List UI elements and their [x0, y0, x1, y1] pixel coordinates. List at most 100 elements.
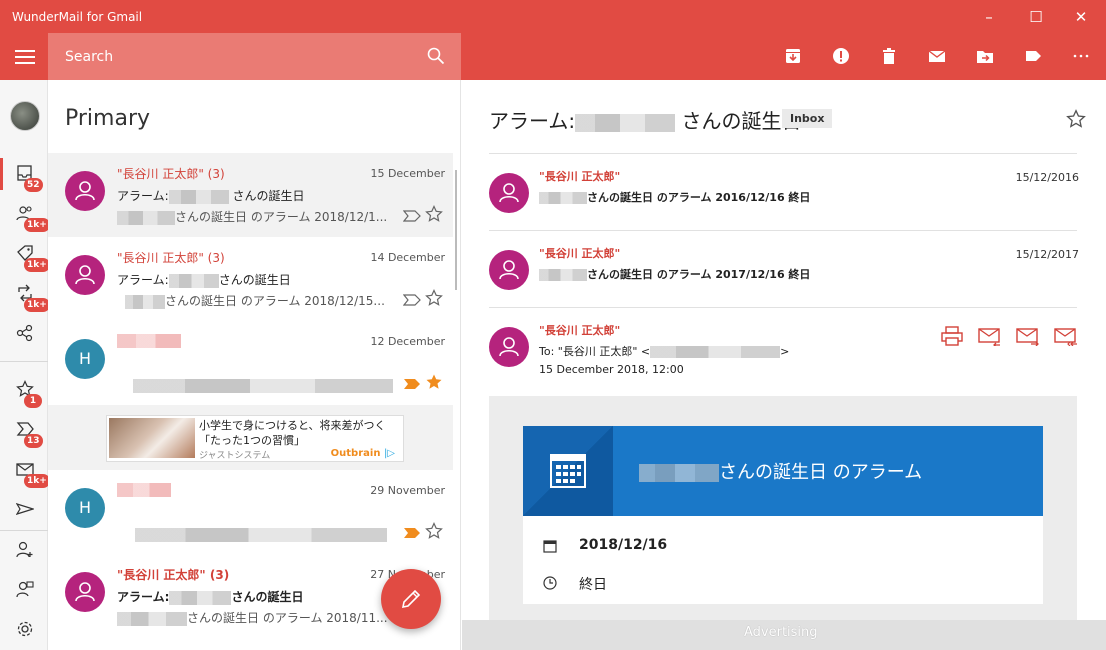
message-subject: アラーム: さんの誕生日: [489, 109, 802, 133]
ad-image: [109, 418, 195, 458]
event-date: 2018/12/16: [579, 537, 668, 553]
event-card: さんの誕生日 のアラーム 2018/12/16 終日: [523, 426, 1043, 604]
row-flags: [403, 373, 443, 394]
app-title: WunderMail for Gmail: [12, 10, 143, 24]
important-marker-icon[interactable]: [402, 293, 422, 307]
message-date: 15/12/2017: [1015, 248, 1079, 261]
nav-inbox[interactable]: 52: [0, 156, 48, 192]
list-item[interactable]: H 29 November: [48, 470, 453, 554]
person-icon: [499, 183, 519, 203]
star-icon[interactable]: [425, 205, 443, 223]
starred-badge: 1: [24, 394, 42, 408]
nav-starred[interactable]: 1: [0, 372, 48, 408]
starred-icon[interactable]: [425, 373, 443, 391]
feedback-icon: [16, 581, 34, 598]
mail-date: 29 November: [370, 484, 445, 497]
nav-social[interactable]: 1k+: [0, 196, 50, 232]
mail-date: 14 December: [370, 251, 445, 264]
sender-name: "長谷川 正太郎": [539, 170, 621, 183]
person-icon: [75, 265, 95, 285]
search-input[interactable]: Search: [65, 49, 113, 65]
mail-preview: さんの誕生日 のアラーム 2018/11...: [117, 609, 395, 626]
avatar: [489, 173, 529, 213]
search-icon[interactable]: [427, 47, 445, 65]
event-card-header: さんの誕生日 のアラーム: [523, 426, 1043, 516]
divider: [489, 153, 1077, 154]
important-marker-icon[interactable]: [403, 526, 421, 540]
gear-icon: [17, 621, 33, 637]
move-to-icon[interactable]: [976, 47, 994, 65]
forward-icon[interactable]: [1016, 326, 1040, 346]
print-icon[interactable]: [940, 326, 964, 346]
recipient: To: "長谷川 正太郎" < >: [539, 345, 790, 358]
thread-message[interactable]: "長谷川 正太郎" さんの誕生日 のアラーム 2016/12/16 終日 15/…: [489, 161, 1079, 221]
nav-divider: [0, 530, 48, 531]
ad-slot: 小学生で身につけると、将来差がつく「たった1つの習慣」 ジャストシステム Out…: [48, 405, 453, 470]
mark-unread-icon[interactable]: [928, 47, 946, 65]
list-scrollbar[interactable]: [455, 170, 457, 290]
label-icon[interactable]: [1024, 47, 1042, 65]
mail-subject: アラーム: さんの誕生日: [117, 590, 304, 605]
message-snippet: さんの誕生日 のアラーム 2017/12/16 終日: [539, 266, 810, 282]
promotions-badge: 1k+: [24, 258, 50, 272]
account-avatar[interactable]: [10, 101, 40, 131]
sender-name: [117, 482, 171, 497]
mail-list: Primary "長谷川 正太郎" (3) 15 December アラーム: …: [48, 80, 461, 650]
close-icon[interactable]: ✕: [1064, 4, 1098, 30]
avatar: [65, 572, 105, 612]
reply-all-icon[interactable]: [1054, 326, 1078, 346]
avatar: H: [65, 339, 105, 379]
list-item[interactable]: "長谷川 正太郎" (3) 15 December アラーム: さんの誕生日 さ…: [48, 153, 453, 237]
important-marker-icon[interactable]: [402, 209, 422, 223]
nav-promotions[interactable]: 1k+: [0, 236, 50, 272]
avatar: [65, 171, 105, 211]
list-item[interactable]: "長谷川 正太郎" (3) 14 December アラーム: さんの誕生日 さん…: [48, 237, 453, 321]
nav-all-mail[interactable]: 1k+: [0, 452, 50, 488]
person-icon: [75, 582, 95, 602]
nav-updates[interactable]: 1k+: [0, 276, 50, 312]
clock-icon: [543, 576, 557, 590]
reply-icon[interactable]: [978, 326, 1002, 346]
nav-divider: [0, 361, 48, 362]
row-flags: [402, 289, 443, 310]
ad-card[interactable]: 小学生で身につけると、将来差がつく「たった1つの習慣」 ジャストシステム Out…: [106, 415, 404, 462]
search-bar[interactable]: Search: [48, 33, 461, 80]
thread-message[interactable]: "長谷川 正太郎" さんの誕生日 のアラーム 2017/12/16 終日 15/…: [489, 238, 1079, 298]
maximize-icon[interactable]: ☐: [1019, 4, 1053, 30]
mail-subject: アラーム: さんの誕生日: [117, 273, 291, 288]
archive-icon[interactable]: [784, 47, 802, 65]
ad-text: 小学生で身につけると、将来差がつく「たった1つの習慣」: [199, 419, 386, 447]
important-marker-icon[interactable]: [403, 377, 421, 391]
nav-important[interactable]: 13: [0, 412, 48, 448]
row-flags: [402, 205, 443, 226]
message-snippet: さんの誕生日 のアラーム 2016/12/16 終日: [539, 189, 810, 205]
mail-date: 15 December: [370, 167, 445, 180]
nav-feedback[interactable]: [0, 572, 48, 608]
nav-settings[interactable]: [0, 612, 48, 648]
avatar: [489, 250, 529, 290]
more-icon[interactable]: [1072, 47, 1090, 65]
inbox-badge: 52: [24, 178, 43, 192]
star-icon[interactable]: [425, 289, 443, 307]
minimize-icon[interactable]: –: [972, 4, 1006, 30]
star-icon[interactable]: [1066, 109, 1086, 129]
list-item[interactable]: H 12 December: [48, 321, 453, 405]
pencil-icon: [401, 589, 421, 609]
report-spam-icon[interactable]: [832, 47, 850, 65]
avatar: [65, 255, 105, 295]
star-icon[interactable]: [425, 522, 443, 540]
label-chip[interactable]: Inbox: [782, 109, 833, 128]
nav-add-account[interactable]: [0, 532, 48, 568]
calendar-small-icon: [543, 540, 557, 553]
person-icon: [499, 337, 519, 357]
event-title: さんの誕生日 のアラーム: [639, 458, 922, 484]
delete-icon[interactable]: [880, 47, 898, 65]
hamburger-menu-icon[interactable]: [15, 50, 35, 64]
nav-sent[interactable]: [0, 492, 48, 528]
nav-forums[interactable]: [0, 316, 48, 352]
forums-icon: [16, 324, 33, 342]
event-time: 終日: [579, 577, 607, 593]
compose-button[interactable]: [381, 569, 441, 629]
add-account-icon: [16, 541, 33, 558]
message-datetime: 15 December 2018, 12:00: [539, 363, 684, 376]
